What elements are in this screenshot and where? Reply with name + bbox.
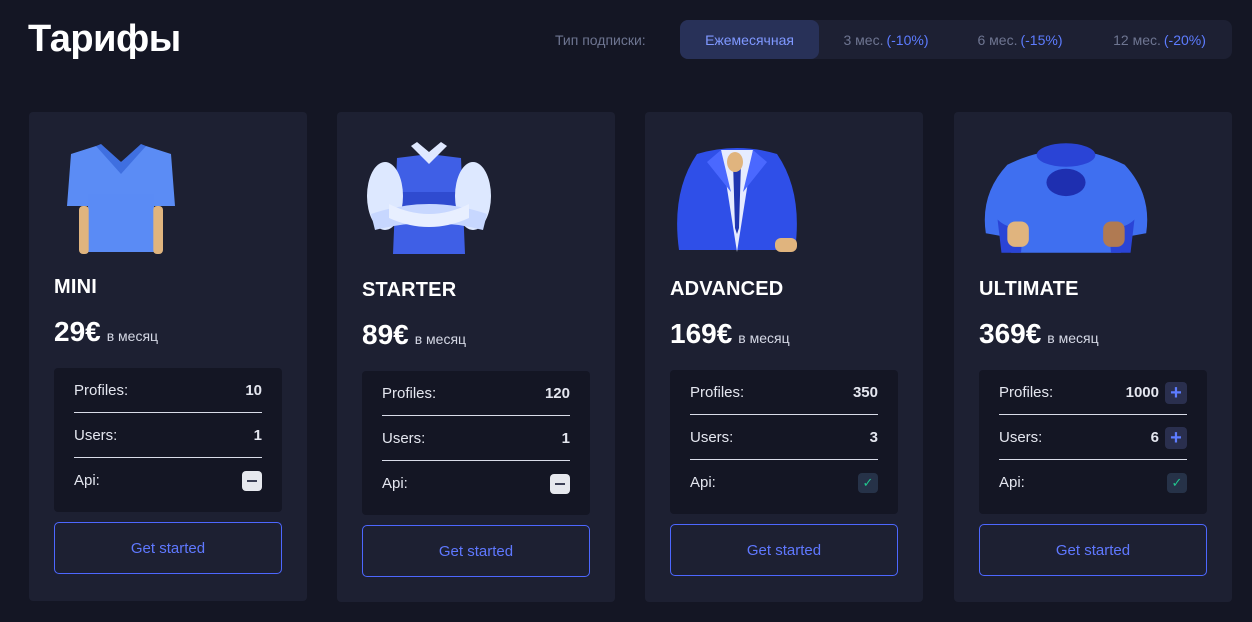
feature-users: Users: 3 xyxy=(690,415,878,460)
get-started-button[interactable]: Get started xyxy=(54,522,282,574)
price-period: в месяц xyxy=(738,330,790,346)
feature-label: Users: xyxy=(690,429,734,446)
feature-profiles: Profiles: 10 xyxy=(74,368,262,413)
plan-price: 89€ в месяц xyxy=(362,319,466,351)
tab-label: 12 мес. xyxy=(1113,31,1161,48)
tab-label: Ежемесячная xyxy=(705,31,794,48)
feature-users: Users: 1 xyxy=(382,416,570,461)
feature-label: Profiles: xyxy=(999,384,1054,401)
feature-label: Users: xyxy=(74,427,118,444)
feature-value: 10 xyxy=(245,382,262,399)
plan-price: 169€ в месяц xyxy=(670,318,790,350)
price-amount: 29€ xyxy=(54,316,101,347)
get-started-button[interactable]: Get started xyxy=(979,524,1207,576)
price-amount: 369€ xyxy=(979,318,1042,349)
feature-profiles: Profiles: 1000 + xyxy=(999,370,1187,415)
feature-value: 3 xyxy=(869,429,878,446)
plan-card-advanced: ADVANCED 169€ в месяц Profiles: 350 User… xyxy=(645,112,923,602)
tab-discount: (-10%) xyxy=(886,31,929,48)
feature-api: Api: xyxy=(382,461,570,506)
subscription-type-label: Тип подписки: xyxy=(555,32,646,48)
plan-name: ADVANCED xyxy=(670,278,784,300)
feature-label: Api: xyxy=(690,474,716,491)
feature-value: 120 xyxy=(544,385,570,402)
check-icon: ✓ xyxy=(1167,472,1187,493)
feature-api: Api: xyxy=(74,458,262,503)
price-amount: 169€ xyxy=(670,318,733,349)
feature-label: Api: xyxy=(382,475,408,492)
feature-value: 6 xyxy=(1150,429,1159,446)
feature-profiles: Profiles: 120 xyxy=(382,371,570,416)
minus-icon xyxy=(242,470,262,491)
plan-card-mini: MINI 29€ в месяц Profiles: 10 Users: 1 A… xyxy=(29,112,307,601)
add-profiles-button[interactable]: + xyxy=(1165,381,1187,404)
check-icon: ✓ xyxy=(858,472,878,493)
page-title: Тарифы xyxy=(28,18,181,60)
features-panel: Profiles: 10 Users: 1 Api: xyxy=(54,368,282,512)
feature-api: Api: ✓ xyxy=(999,460,1187,505)
feature-api: Api: ✓ xyxy=(690,460,878,505)
plan-name: STARTER xyxy=(362,279,457,301)
feature-value: 1 xyxy=(253,427,262,444)
add-users-button[interactable]: + xyxy=(1165,426,1187,449)
subscription-period-tabs: Ежемесячная 3 мес. (-10%) 6 мес. (-15%) … xyxy=(680,20,1232,59)
price-period: в месяц xyxy=(106,328,159,344)
feature-label: Api: xyxy=(74,472,100,489)
tab-monthly[interactable]: Ежемесячная xyxy=(680,20,819,59)
feature-users: Users: 6 + xyxy=(999,415,1187,460)
plan-card-starter: STARTER 89€ в месяц Profiles: 120 Users:… xyxy=(337,112,615,602)
plan-card-ultimate: ULTIMATE 369€ в месяц Profiles: 1000 + U… xyxy=(954,112,1232,602)
features-panel: Profiles: 350 Users: 3 Api: ✓ xyxy=(670,370,898,514)
feature-label: Users: xyxy=(999,429,1043,446)
superhero-icon xyxy=(984,143,1148,253)
feature-label: Profiles: xyxy=(74,382,129,399)
feature-label: Api: xyxy=(999,474,1025,491)
feature-label: Profiles: xyxy=(382,385,437,402)
price-period: в месяц xyxy=(414,331,467,347)
tab-3-months[interactable]: 3 мес. (-10%) xyxy=(819,20,953,59)
suit-icon xyxy=(677,148,797,252)
feature-value: 1 xyxy=(561,430,570,447)
get-started-button[interactable]: Get started xyxy=(670,524,898,576)
vest-icon xyxy=(367,142,491,254)
plan-price: 29€ в месяц xyxy=(54,316,158,348)
tab-12-months[interactable]: 12 мес. (-20%) xyxy=(1087,20,1232,59)
features-panel: Profiles: 120 Users: 1 Api: xyxy=(362,371,590,515)
feature-label: Users: xyxy=(382,430,426,447)
tab-discount: (-20%) xyxy=(1163,31,1206,48)
feature-value: 1000 xyxy=(1125,384,1159,401)
feature-users: Users: 1 xyxy=(74,413,262,458)
price-period: в месяц xyxy=(1047,330,1099,346)
features-panel: Profiles: 1000 + Users: 6 + Api: ✓ xyxy=(979,370,1207,514)
tshirt-icon xyxy=(67,144,175,254)
feature-label: Profiles: xyxy=(690,384,745,401)
tab-label: 6 мес. xyxy=(977,31,1018,48)
price-amount: 89€ xyxy=(362,319,409,350)
get-started-button[interactable]: Get started xyxy=(362,525,590,577)
tab-label: 3 мес. xyxy=(843,31,884,48)
feature-value-group: 6 + xyxy=(1150,426,1187,449)
feature-profiles: Profiles: 350 xyxy=(690,370,878,415)
minus-icon xyxy=(550,473,570,494)
feature-value-group: 1000 + xyxy=(1125,381,1187,404)
plan-name: MINI xyxy=(54,276,98,298)
plan-name: ULTIMATE xyxy=(979,278,1079,300)
plan-price: 369€ в месяц xyxy=(979,318,1099,350)
tab-discount: (-15%) xyxy=(1020,31,1063,48)
feature-value: 350 xyxy=(852,384,878,401)
tab-6-months[interactable]: 6 мес. (-15%) xyxy=(953,20,1087,59)
